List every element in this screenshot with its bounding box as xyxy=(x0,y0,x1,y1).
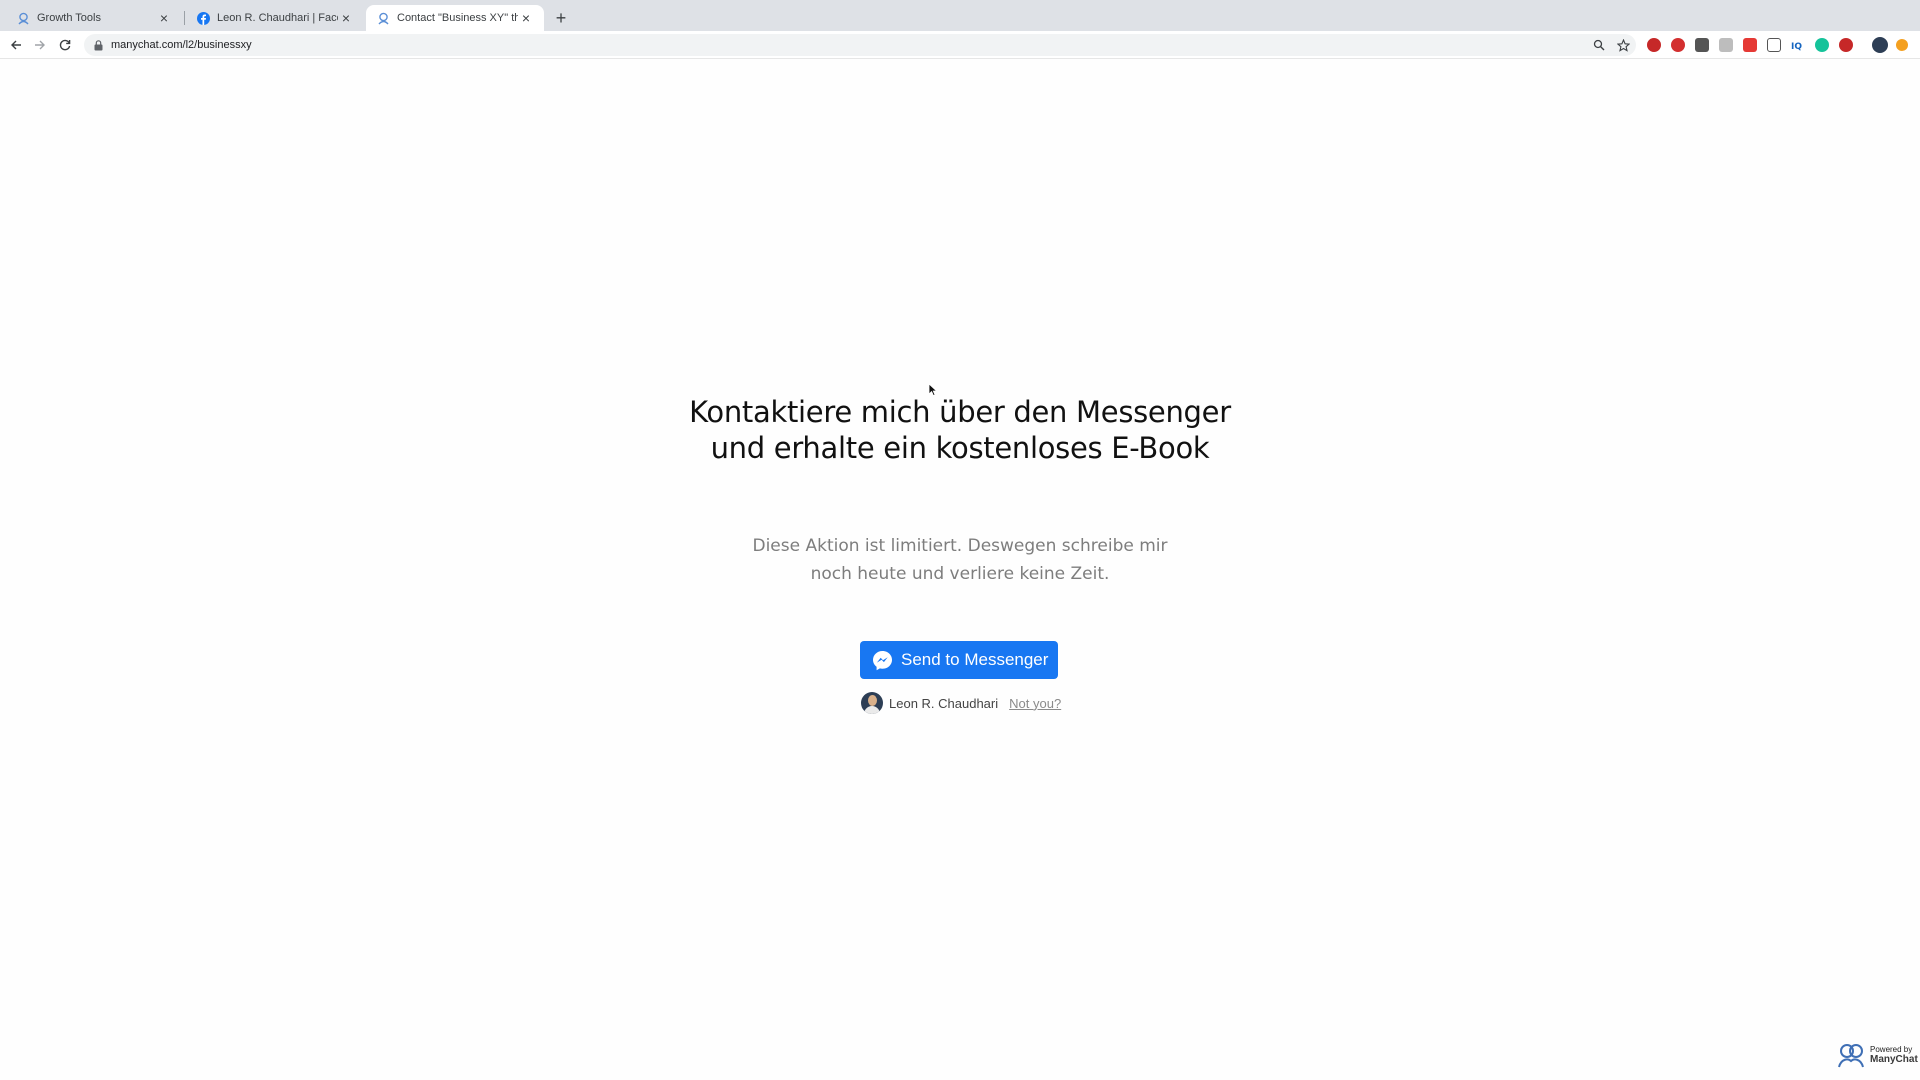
page-subtitle: Diese Aktion ist limitiert. Deswegen sch… xyxy=(752,536,1168,584)
adblock-icon[interactable] xyxy=(1647,38,1661,52)
manychat-icon xyxy=(16,11,30,25)
send-to-messenger-button[interactable]: Send to Messenger xyxy=(860,641,1058,679)
back-icon[interactable] xyxy=(7,36,25,54)
page-headline: Kontaktiere mich über den Messenger und … xyxy=(689,395,1231,465)
tab-strip: Growth Tools × Leon R. Chaudhari | Faceb… xyxy=(0,0,1920,31)
tab-title: Contact "Business XY" through xyxy=(397,12,518,24)
tab-separator xyxy=(184,11,185,25)
mouse-cursor-icon xyxy=(928,383,938,397)
forward-icon[interactable] xyxy=(31,36,49,54)
user-name: Leon R. Chaudhari xyxy=(889,695,999,711)
address-bar[interactable]: manychat.com/l2/businessxy xyxy=(84,34,1636,56)
iq-extension-icon[interactable]: IQ xyxy=(1791,38,1805,52)
tab-growth-tools[interactable]: Growth Tools × xyxy=(6,5,182,31)
url-text: manychat.com/l2/businessxy xyxy=(111,39,252,51)
tab-title: Leon R. Chaudhari | Facebook xyxy=(217,12,338,24)
manychat-logo-icon xyxy=(1838,1044,1864,1068)
user-row: Leon R. Chaudhari Not you? xyxy=(861,691,1061,715)
zoom-icon[interactable] xyxy=(1592,38,1606,52)
grammarly-icon[interactable] xyxy=(1815,38,1829,52)
update-indicator-icon[interactable] xyxy=(1896,39,1908,51)
tab-contact-business[interactable]: Contact "Business XY" through × xyxy=(366,5,544,31)
close-tab-icon[interactable]: × xyxy=(518,10,534,26)
extension-red-icon[interactable] xyxy=(1671,38,1685,52)
powered-by-manychat[interactable]: Powered by ManyChat xyxy=(1836,1040,1918,1070)
abp-icon[interactable] xyxy=(1839,38,1853,52)
messenger-icon xyxy=(871,649,893,671)
extension-red-square-icon[interactable] xyxy=(1743,38,1757,52)
facebook-extension-icon[interactable] xyxy=(1695,38,1709,52)
profile-avatar-icon[interactable] xyxy=(1872,37,1888,53)
lock-icon xyxy=(92,39,104,51)
extension-grey-icon[interactable] xyxy=(1719,38,1733,52)
bookmark-star-icon[interactable] xyxy=(1616,38,1630,52)
new-tab-button[interactable]: + xyxy=(551,8,571,28)
tab-facebook[interactable]: Leon R. Chaudhari | Facebook × xyxy=(186,5,364,31)
extension-window-icon[interactable] xyxy=(1767,38,1781,52)
close-tab-icon[interactable]: × xyxy=(338,10,354,26)
manychat-icon xyxy=(376,11,390,25)
manychat-brand-label: ManyChat xyxy=(1870,1054,1918,1065)
browser-toolbar: manychat.com/l2/businessxy IQ xyxy=(0,31,1920,59)
facebook-icon xyxy=(196,11,210,25)
reload-icon[interactable] xyxy=(56,36,74,54)
close-tab-icon[interactable]: × xyxy=(156,10,172,26)
send-button-label: Send to Messenger xyxy=(901,650,1049,669)
svg-text:IQ: IQ xyxy=(1791,42,1802,52)
not-you-link[interactable]: Not you? xyxy=(1009,696,1061,711)
user-avatar xyxy=(861,692,883,714)
tab-title: Growth Tools xyxy=(37,12,101,24)
